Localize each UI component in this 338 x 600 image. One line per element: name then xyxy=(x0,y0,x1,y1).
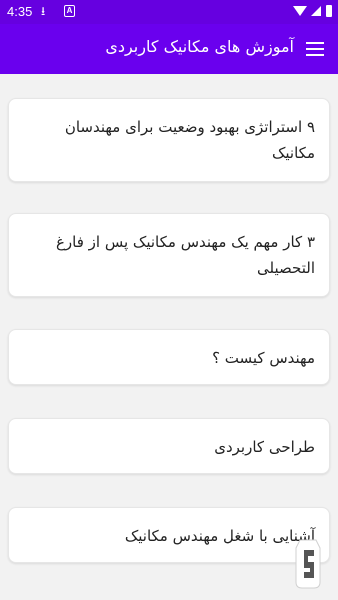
list-item[interactable]: مهندس کیست ؟ xyxy=(8,329,330,385)
status-bar: 4:35 ⭳ A xyxy=(0,0,338,24)
wifi-icon xyxy=(293,6,307,16)
signal-icon xyxy=(311,6,321,16)
list-item-label: مهندس کیست ؟ xyxy=(212,349,315,367)
list-item[interactable]: آشنایی با شغل مهندس مکانیک xyxy=(8,507,330,563)
list-item[interactable]: طراحی کاربردی xyxy=(8,418,330,474)
app-bar: آموزش های مکانیک کاربردی xyxy=(0,24,338,74)
list-item[interactable]: ۹ استراتژی بهبود وضعیت برای مهندسان مکان… xyxy=(8,98,330,182)
app-title: آموزش های مکانیک کاربردی xyxy=(105,37,294,56)
list-item-label: ۳ کار مهم یک مهندس مکانیک پس از فارغ الت… xyxy=(55,233,315,277)
list-item-label: آشنایی با شغل مهندس مکانیک xyxy=(124,527,315,545)
list-item-label: طراحی کاربردی xyxy=(214,438,315,456)
status-time: 4:35 xyxy=(7,4,33,19)
list-item[interactable]: ۳ کار مهم یک مهندس مکانیک پس از فارغ الت… xyxy=(8,213,330,297)
app-logo-icon[interactable] xyxy=(286,536,330,592)
download-icon: ⭳ xyxy=(41,4,46,18)
app-notification-icon: A xyxy=(64,5,75,17)
battery-icon xyxy=(326,5,332,17)
list-item-label: ۹ استراتژی بهبود وضعیت برای مهندسان مکان… xyxy=(64,118,315,162)
hamburger-menu-icon[interactable] xyxy=(306,42,324,56)
